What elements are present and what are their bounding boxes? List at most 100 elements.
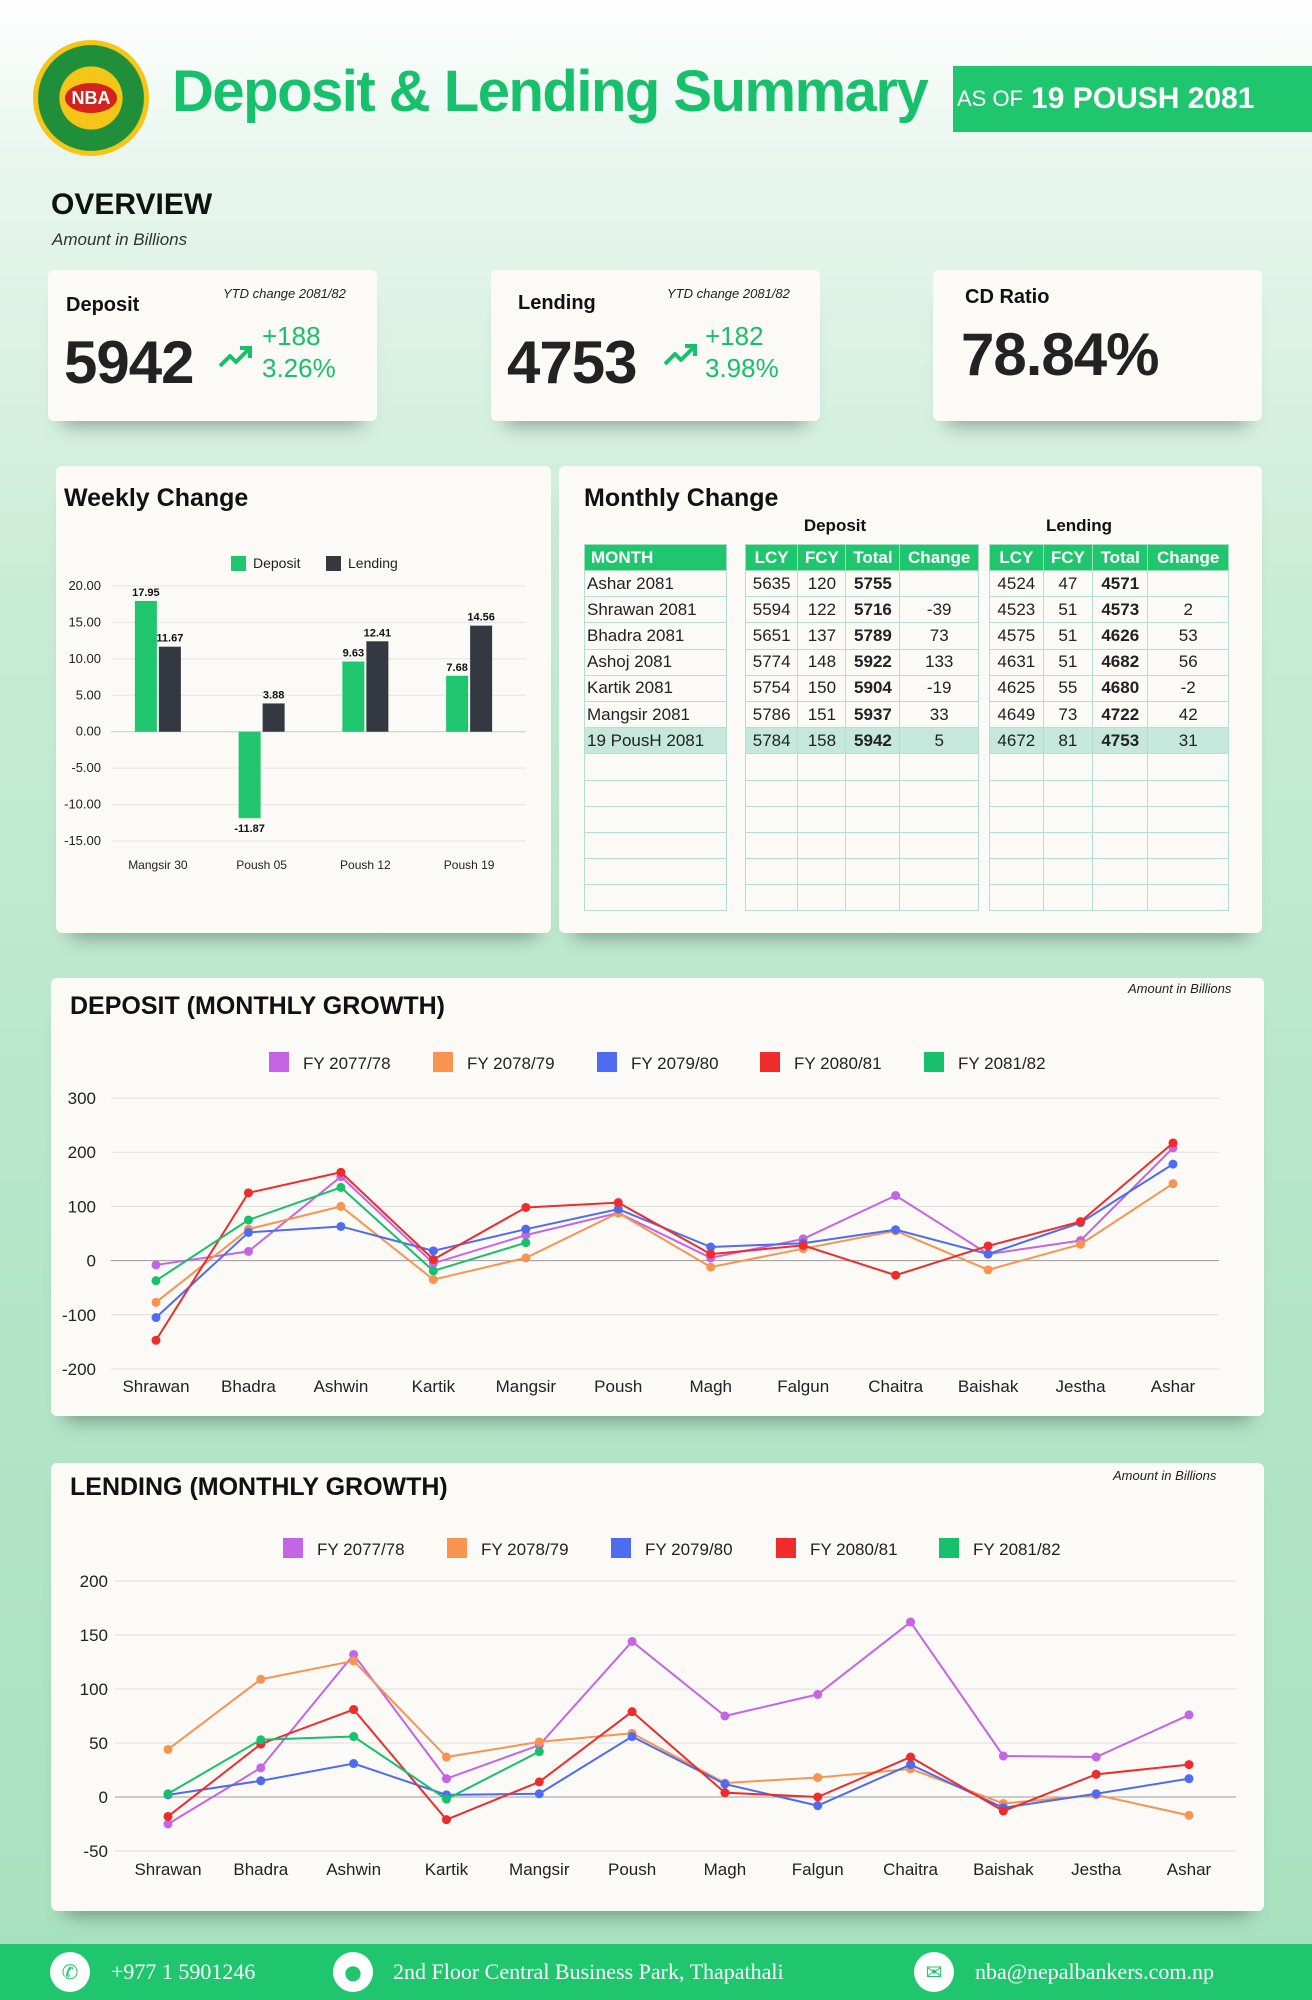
table-row bbox=[989, 779, 1229, 807]
footer-email[interactable]: nba@nepalbankers.com.np bbox=[975, 1959, 1214, 1985]
table-row: 4575 51 4626 53 bbox=[989, 622, 1229, 650]
data-point-fy-2077-78 bbox=[243, 1246, 253, 1256]
lending-cell bbox=[1042, 805, 1094, 833]
deposit-cell bbox=[797, 753, 847, 781]
data-label: 9.63 bbox=[343, 648, 364, 660]
data-point-fy-2080-81 bbox=[441, 1815, 451, 1825]
lending-cell: 51 bbox=[1042, 596, 1094, 624]
series-line-fy-2080-81 bbox=[155, 1142, 1174, 1341]
data-point-fy-2077-78 bbox=[627, 1636, 637, 1646]
data-point-fy-2078-79 bbox=[1168, 1179, 1178, 1189]
table-row: 4524 47 4571 bbox=[989, 569, 1229, 598]
lending-cell: 42 bbox=[1147, 700, 1229, 729]
lending-cell: 4649 bbox=[989, 700, 1044, 729]
month-cell: Mangsir 2081 bbox=[584, 700, 727, 729]
data-point-fy-2077-78 bbox=[1091, 1752, 1101, 1762]
data-point-fy-2080-81 bbox=[151, 1335, 161, 1345]
table-row: 4523 51 4573 2 bbox=[989, 596, 1229, 624]
deposit-cell bbox=[899, 858, 979, 886]
lending-cell bbox=[1147, 884, 1229, 912]
weekly-change-chart: 20.00 15.00 10.00 5.00 0.00 -5.00 -10.00 -15.00… bbox=[64, 555, 526, 872]
data-point-fy-2078-79 bbox=[256, 1674, 266, 1684]
logo-text: NBA bbox=[65, 83, 117, 113]
data-point-fy-2080-81 bbox=[1076, 1217, 1086, 1227]
cd-ratio-label: CD Ratio bbox=[965, 286, 1050, 308]
data-point-fy-2079-80 bbox=[627, 1732, 637, 1742]
lending-group-label: Lending bbox=[1045, 516, 1113, 535]
x-tick-label: Ashwin bbox=[326, 1860, 381, 1879]
lending-cell: 4672 bbox=[989, 727, 1044, 755]
legend-swatch-fy-2081-82 bbox=[924, 1052, 944, 1072]
data-point-fy-2077-78 bbox=[906, 1617, 916, 1627]
location-pin-icon: ● bbox=[333, 1952, 373, 1992]
lending-cell bbox=[1092, 779, 1149, 807]
lending-cell bbox=[989, 858, 1044, 886]
lending-cell: 55 bbox=[1042, 674, 1094, 702]
weekly-change-card: Weekly Change 20.00 15.00 10.00 5.00 0.00 -5.… bbox=[56, 466, 551, 933]
y-tick-label: 150 bbox=[80, 1626, 108, 1645]
x-tick-label: Poush bbox=[608, 1860, 656, 1879]
lending-cell bbox=[989, 779, 1044, 807]
x-tick-label: Ashar bbox=[1167, 1860, 1212, 1879]
table-row bbox=[744, 858, 979, 886]
lending-cell: 4575 bbox=[989, 622, 1044, 650]
lending-cell bbox=[1042, 779, 1094, 807]
x-tick-label: Ashwin bbox=[314, 1377, 369, 1396]
legend-label: FY 2078/79 bbox=[467, 1054, 555, 1073]
y-tick-label: -10.00 bbox=[64, 797, 101, 812]
x-tick-label: Falgun bbox=[792, 1860, 844, 1879]
lending-cell bbox=[1042, 753, 1094, 781]
lending-cell: 4682 bbox=[1092, 648, 1149, 676]
month-cell: Ashar 2081 bbox=[584, 569, 727, 598]
table-row bbox=[584, 858, 727, 886]
deposit-cell bbox=[845, 779, 901, 807]
data-point-fy-2079-80 bbox=[243, 1227, 253, 1237]
data-point-fy-2081-82 bbox=[349, 1732, 359, 1742]
x-tick-label: Falgun bbox=[777, 1377, 829, 1396]
deposit-cell: 5942 bbox=[845, 727, 901, 755]
deposit-cell: -39 bbox=[899, 596, 979, 624]
lending-cell: 4571 bbox=[1092, 569, 1149, 598]
data-point-fy-2079-80 bbox=[336, 1221, 346, 1231]
table-row bbox=[989, 831, 1229, 860]
table-row: 5754 150 5904 -19 bbox=[744, 674, 979, 702]
deposit-cell: 5786 bbox=[744, 700, 799, 729]
month-cell bbox=[584, 831, 727, 860]
legend-label: FY 2078/79 bbox=[481, 1540, 569, 1559]
table-row: 4649 73 4722 42 bbox=[989, 700, 1229, 729]
as-of-prefix: AS OF bbox=[957, 86, 1024, 111]
x-tick-label: Kartik bbox=[412, 1377, 456, 1396]
table-row: 5635 120 5755 bbox=[744, 569, 979, 598]
legend-swatch-fy-2079-80 bbox=[597, 1052, 617, 1072]
data-point-fy-2079-80 bbox=[720, 1779, 730, 1789]
col-header-lcy: LCY bbox=[989, 544, 1044, 571]
legend-label: FY 2080/81 bbox=[794, 1054, 882, 1073]
data-point-fy-2077-78 bbox=[813, 1689, 823, 1699]
phone-icon: ✆ bbox=[50, 1952, 90, 1992]
bar-lending bbox=[262, 703, 285, 732]
table-row bbox=[744, 884, 979, 912]
lending-ytd-label: YTD change 2081/82 bbox=[667, 286, 790, 301]
table-row bbox=[744, 779, 979, 807]
y-tick-label: 20.00 bbox=[68, 578, 101, 593]
footer-phone[interactable]: +977 1 5901246 bbox=[111, 1959, 255, 1985]
legend-swatch-fy-2080-81 bbox=[760, 1052, 780, 1072]
data-point-fy-2078-79 bbox=[534, 1737, 544, 1747]
y-tick-label: 5.00 bbox=[76, 687, 101, 702]
deposit-cell bbox=[744, 831, 799, 860]
table-row bbox=[989, 884, 1229, 912]
x-tick-label: Chaitra bbox=[868, 1377, 923, 1396]
data-label: 14.56 bbox=[467, 612, 495, 624]
deposit-cell bbox=[845, 805, 901, 833]
month-cell: Ashoj 2081 bbox=[584, 648, 727, 676]
x-tick-label: Mangsir bbox=[509, 1860, 570, 1879]
data-label: -11.87 bbox=[234, 823, 265, 835]
legend-swatch-fy-2080-81 bbox=[776, 1538, 796, 1558]
cd-ratio-value: 78.84% bbox=[961, 321, 1159, 388]
as-of-badge: AS OF 19 POUSH 2081 bbox=[953, 66, 1312, 132]
col-header-change: Change bbox=[899, 544, 979, 571]
legend-swatch-fy-2078-79 bbox=[433, 1052, 453, 1072]
deposit-cell: 33 bbox=[899, 700, 979, 729]
x-tick-label: Bhadra bbox=[221, 1377, 276, 1396]
bar-deposit bbox=[342, 661, 365, 732]
